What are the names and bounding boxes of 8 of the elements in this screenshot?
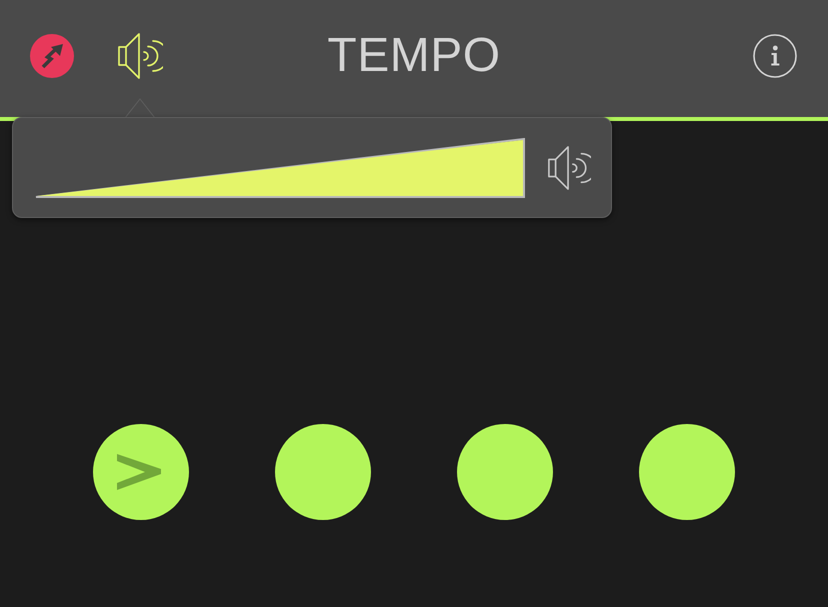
speaker-icon [117,33,163,79]
app-logo-button[interactable] [30,34,74,78]
accent-icon [117,454,161,490]
volume-button[interactable] [117,33,163,79]
app-title: TEMPO [327,32,501,80]
speaker-icon [547,146,591,190]
info-icon [753,34,797,78]
info-button[interactable] [753,34,797,78]
